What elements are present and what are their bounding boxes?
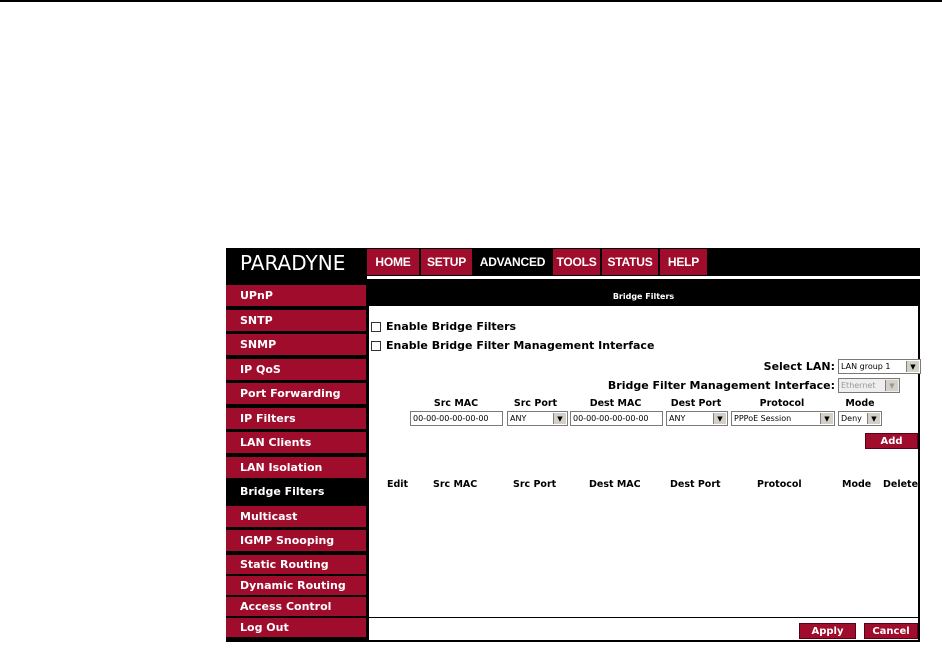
sidebar: UPnP SNTP SNMP IP QoS Port Forwarding IP… xyxy=(226,285,366,640)
mode-value: Deny xyxy=(841,414,862,423)
sidebar-item-snmp[interactable]: SNMP xyxy=(226,334,366,355)
chevron-down-icon: ▼ xyxy=(820,413,833,424)
col-head-dest-port: Dest Port xyxy=(670,398,722,409)
sidebar-item-access-control[interactable]: Access Control xyxy=(226,596,366,616)
list-head-mode: Mode xyxy=(842,479,872,490)
enable-bridge-filters-row: Enable Bridge Filters xyxy=(371,320,516,333)
col-head-protocol: Protocol xyxy=(759,398,805,409)
cancel-button[interactable]: Cancel xyxy=(864,623,918,639)
enable-mgmt-interface-checkbox[interactable] xyxy=(371,340,381,351)
main-nav: HOME SETUP ADVANCED TOOLS STATUS HELP xyxy=(367,249,709,275)
tab-advanced[interactable]: ADVANCED xyxy=(474,249,551,275)
dest-port-value: ANY xyxy=(669,414,686,423)
sidebar-item-upnp[interactable]: UPnP xyxy=(226,285,366,306)
dest-mac-input[interactable]: 00-00-00-00-00-00 xyxy=(570,411,663,426)
col-head-dest-mac: Dest MAC xyxy=(589,398,642,409)
router-admin-frame: PARADYNE HOME SETUP ADVANCED TOOLS STATU… xyxy=(226,248,921,642)
page-top-rule xyxy=(0,0,942,2)
enable-bridge-filters-label: Enable Bridge Filters xyxy=(386,320,517,333)
content-panel: Bridge Filters Enable Bridge Filters Ena… xyxy=(369,287,921,640)
mgmt-interface-dropdown[interactable]: Ethernet ▼ xyxy=(838,378,900,393)
mgmt-interface-value: Ethernet xyxy=(841,381,876,390)
list-head-protocol: Protocol xyxy=(757,479,802,490)
list-head-dest-mac: Dest MAC xyxy=(589,479,641,490)
apply-button[interactable]: Apply xyxy=(799,623,856,639)
sidebar-item-dynamic-routing[interactable]: Dynamic Routing xyxy=(226,575,366,595)
src-mac-input[interactable]: 00-00-00-00-00-00 xyxy=(410,411,503,426)
sidebar-item-log-out[interactable]: Log Out xyxy=(226,617,366,637)
list-head-edit: Edit xyxy=(387,479,409,490)
src-port-value: ANY xyxy=(510,414,527,423)
tab-help[interactable]: HELP xyxy=(660,249,707,275)
select-lan-value: LAN group 1 xyxy=(841,362,891,371)
nav-underline xyxy=(367,276,920,279)
tab-setup[interactable]: SETUP xyxy=(421,249,472,275)
tab-tools[interactable]: TOOLS xyxy=(553,249,600,275)
dest-port-dropdown[interactable]: ANY ▼ xyxy=(666,411,728,426)
protocol-dropdown[interactable]: PPPoE Session ▼ xyxy=(731,411,835,426)
sidebar-item-port-forwarding[interactable]: Port Forwarding xyxy=(226,383,366,404)
sidebar-item-ip-filters[interactable]: IP Filters xyxy=(226,407,366,429)
sidebar-item-lan-clients[interactable]: LAN Clients xyxy=(226,432,366,453)
protocol-value: PPPoE Session xyxy=(734,414,792,423)
sidebar-item-bridge-filters[interactable]: Bridge Filters xyxy=(226,481,366,502)
sidebar-item-lan-isolation[interactable]: LAN Isolation xyxy=(226,456,366,478)
col-head-src-mac: Src MAC xyxy=(433,398,479,409)
list-head-dest-port: Dest Port xyxy=(670,479,721,490)
list-head-delete: Delete xyxy=(883,479,919,490)
enable-mgmt-interface-label: Enable Bridge Filter Management Interfac… xyxy=(386,339,655,352)
chevron-down-icon: ▼ xyxy=(553,413,566,424)
sidebar-item-sntp[interactable]: SNTP xyxy=(226,309,366,331)
enable-bridge-filters-checkbox[interactable] xyxy=(371,321,381,332)
page-title: Bridge Filters xyxy=(369,287,918,306)
enable-mgmt-interface-row: Enable Bridge Filter Management Interfac… xyxy=(371,339,654,352)
chevron-down-icon: ▼ xyxy=(906,361,919,372)
sidebar-item-static-routing[interactable]: Static Routing xyxy=(226,554,366,574)
list-head-src-mac: Src MAC xyxy=(433,479,478,490)
mgmt-interface-label: Bridge Filter Management Interface: xyxy=(607,379,835,392)
select-lan-dropdown[interactable]: LAN group 1 ▼ xyxy=(838,359,921,374)
add-button[interactable]: Add xyxy=(865,433,918,449)
sidebar-item-ip-qos[interactable]: IP QoS xyxy=(226,358,366,380)
chevron-down-icon: ▼ xyxy=(867,413,880,424)
chevron-down-icon: ▼ xyxy=(885,380,898,391)
sidebar-item-multicast[interactable]: Multicast xyxy=(226,505,366,527)
paradyne-logo: PARADYNE xyxy=(240,251,346,275)
sidebar-item-igmp-snooping[interactable]: IGMP Snooping xyxy=(226,530,366,551)
tab-home[interactable]: HOME xyxy=(367,249,419,275)
footer-divider xyxy=(369,617,918,618)
select-lan-label: Select LAN: xyxy=(763,360,835,373)
top-bar: PARADYNE HOME SETUP ADVANCED TOOLS STATU… xyxy=(226,248,920,279)
chevron-down-icon: ▼ xyxy=(713,413,726,424)
tab-status[interactable]: STATUS xyxy=(602,249,658,275)
src-port-dropdown[interactable]: ANY ▼ xyxy=(507,411,568,426)
mode-dropdown[interactable]: Deny ▼ xyxy=(838,411,882,426)
col-head-src-port: Src Port xyxy=(513,398,558,409)
list-head-src-port: Src Port xyxy=(513,479,557,490)
col-head-mode: Mode xyxy=(845,398,875,409)
